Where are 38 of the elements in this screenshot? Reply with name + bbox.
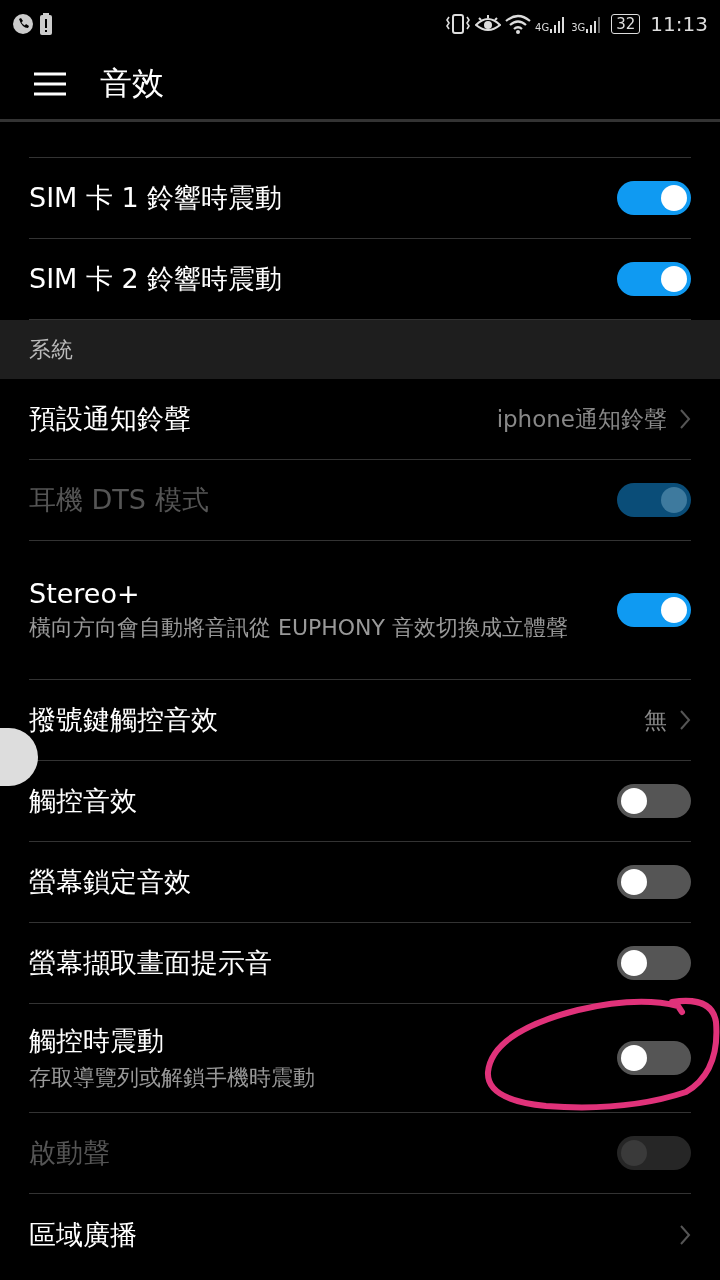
section-header: 系統 <box>29 335 73 364</box>
toggle-switch[interactable] <box>617 784 691 818</box>
menu-icon[interactable] <box>34 71 66 96</box>
setting-label: 撥號鍵觸控音效 <box>29 703 219 737</box>
setting-value: 無 <box>644 705 667 735</box>
setting-summary: 橫向方向會自動將音訊從 EUPHONY 音效切換成立體聲 <box>29 613 569 642</box>
setting-label: SIM 卡 1 鈴響時震動 <box>29 181 284 215</box>
battery-level: 32 <box>611 14 641 34</box>
chevron-right-icon[interactable] <box>679 408 691 430</box>
wifi-icon <box>505 14 531 34</box>
battery-alert-icon <box>40 13 52 35</box>
phone-icon <box>12 13 34 35</box>
setting-value: iphone通知鈴聲 <box>496 404 667 434</box>
setting-label: 觸控音效 <box>29 784 138 818</box>
chevron-right-icon[interactable] <box>679 1223 691 1246</box>
toggle-switch[interactable] <box>617 865 691 899</box>
toggle-switch[interactable] <box>617 593 691 627</box>
setting-label: SIM 卡 2 鈴響時震動 <box>29 262 284 296</box>
network-type: 4G <box>535 22 550 33</box>
eye-icon <box>475 14 501 34</box>
chevron-right-icon[interactable] <box>679 709 691 731</box>
vibrate-icon <box>445 13 471 35</box>
setting-label: Stereo+ <box>29 577 141 609</box>
network-type: 3G <box>571 22 586 33</box>
setting-label: 預設通知鈴聲 <box>29 402 192 436</box>
toggle-switch[interactable] <box>617 946 691 980</box>
setting-label: 螢幕鎖定音效 <box>29 865 192 899</box>
setting-summary: 存取導覽列或解鎖手機時震動 <box>29 1064 316 1092</box>
setting-label: 區域廣播 <box>29 1217 138 1252</box>
toggle-switch[interactable] <box>617 1041 691 1075</box>
setting-label: 耳機 DTS 模式 <box>29 483 210 517</box>
setting-label: 啟動聲 <box>29 1136 111 1170</box>
screen-title: 音效 <box>100 62 164 104</box>
clock: 11:13 <box>650 12 708 36</box>
setting-label: 螢幕擷取畫面提示音 <box>29 946 273 980</box>
setting-label: 觸控時震動 <box>29 1024 165 1058</box>
toggle-switch[interactable] <box>617 181 691 215</box>
toggle-switch[interactable] <box>617 262 691 296</box>
